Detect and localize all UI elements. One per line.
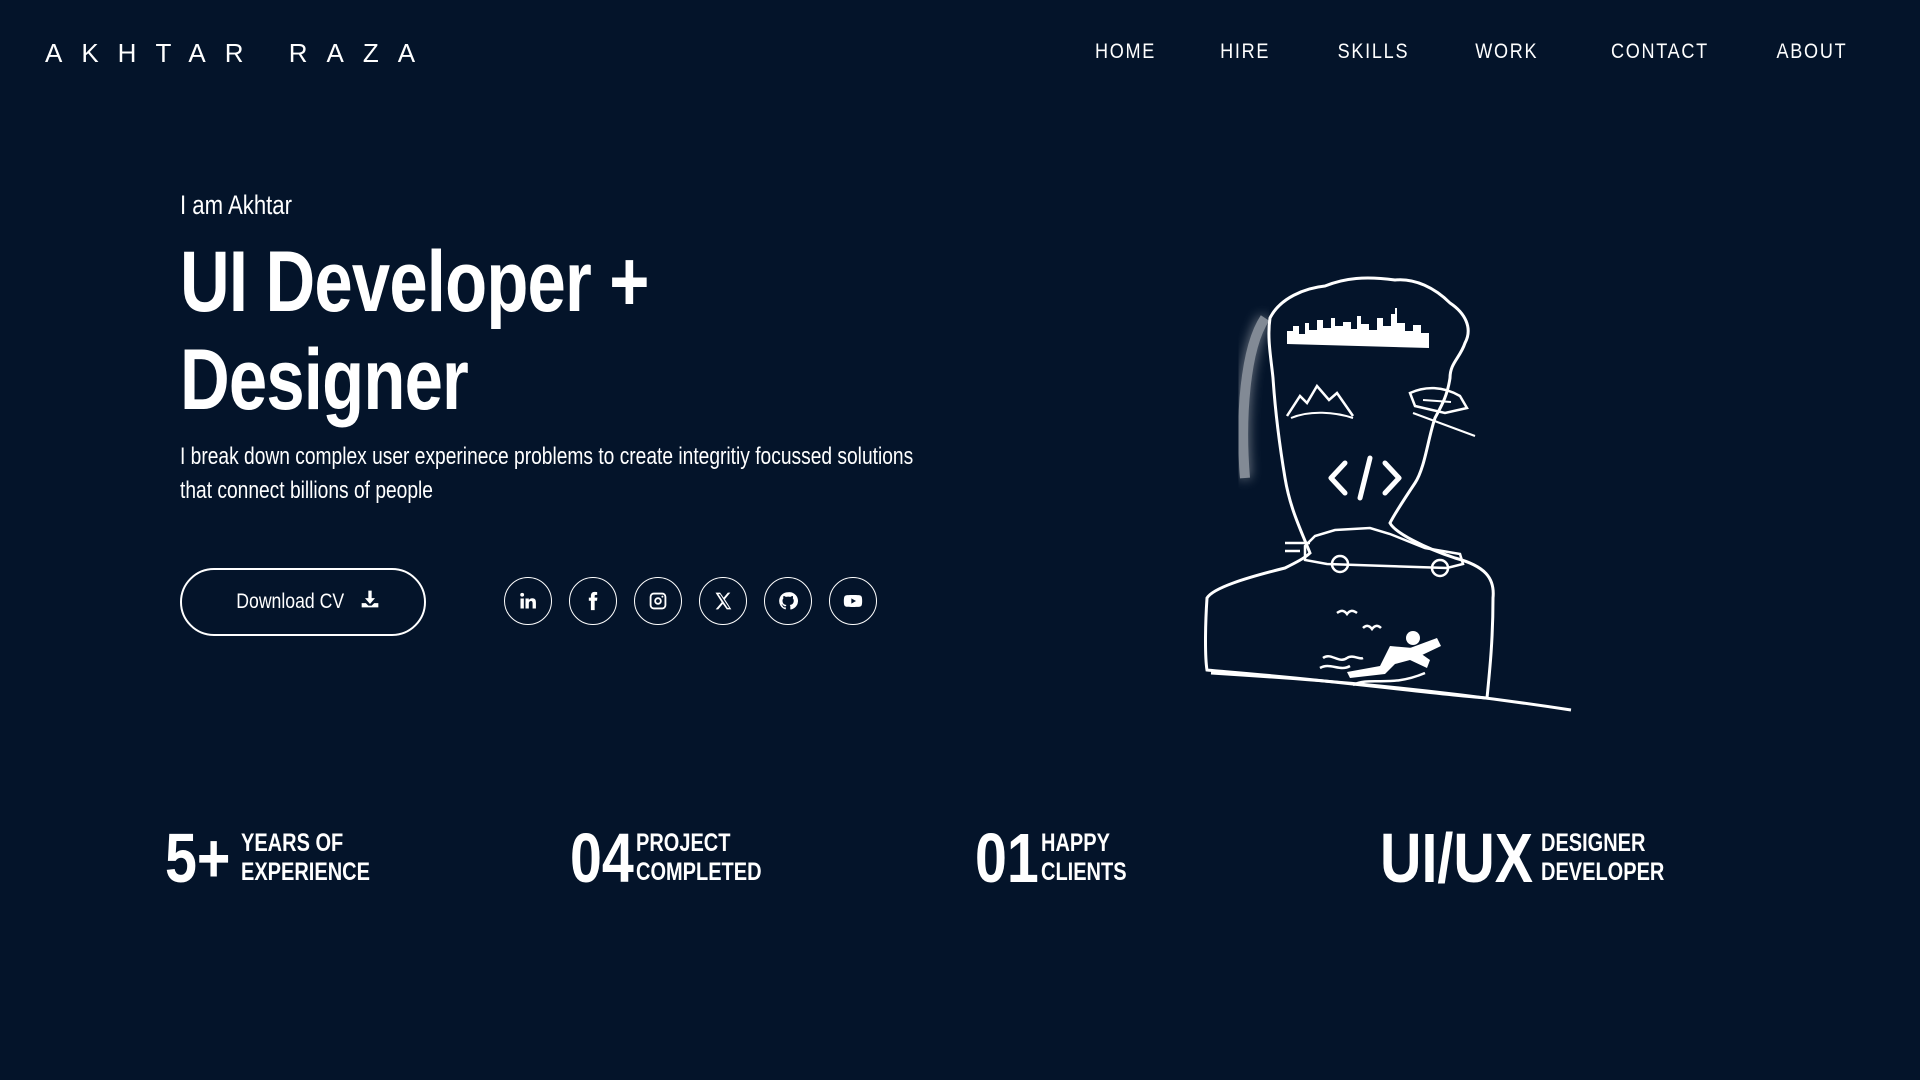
portrait-illustration xyxy=(1095,268,1615,778)
code-symbol xyxy=(1328,455,1402,501)
youtube-link[interactable] xyxy=(829,577,877,625)
facebook-icon xyxy=(588,591,598,611)
page: AKHTAR RAZA HOME HIRE SKILLS WORK CONTAC… xyxy=(0,0,1920,1080)
stat-label-line2: EXPERIENCE xyxy=(240,858,370,886)
portrait-sketch xyxy=(1204,276,1572,712)
instagram-link[interactable] xyxy=(634,577,682,625)
stat-label-line1: YEARS OF xyxy=(240,829,344,857)
facebook-link[interactable] xyxy=(569,577,617,625)
brand-logo[interactable]: AKHTAR RAZA xyxy=(45,38,434,69)
stat-clients: 01 HAPPY CLIENTS xyxy=(975,818,1148,898)
x-link[interactable] xyxy=(699,577,747,625)
stat-label: DESIGNER DEVELOPER xyxy=(1541,829,1664,887)
stat-role: UI/UX DESIGNER DEVELOPER xyxy=(1380,818,1695,898)
nav-contact[interactable]: CONTACT xyxy=(1611,40,1709,64)
stat-label: YEARS OF EXPERIENCE xyxy=(241,829,370,887)
download-icon xyxy=(360,589,380,615)
stat-value: 01 xyxy=(975,819,1039,897)
nav-about[interactable]: ABOUT xyxy=(1776,40,1847,64)
stat-value: UI/UX xyxy=(1380,819,1534,897)
stat-experience: 5+ YEARS OF EXPERIENCE xyxy=(165,818,402,898)
stat-label-line2: CLIENTS xyxy=(1040,858,1127,886)
nav-home[interactable]: HOME xyxy=(1095,40,1156,64)
skyline xyxy=(1287,308,1429,348)
stat-label: HAPPY CLIENTS xyxy=(1041,829,1127,887)
hero-intro: I am Akhtar xyxy=(180,190,292,220)
stat-label-line2: COMPLETED xyxy=(635,858,762,886)
instagram-icon xyxy=(649,592,667,610)
stats-row: 5+ YEARS OF EXPERIENCE 04 PROJECT COMPLE… xyxy=(0,818,1920,898)
stat-label: PROJECT COMPLETED xyxy=(636,829,762,887)
stat-label-line1: PROJECT xyxy=(635,829,731,857)
stat-value: 04 xyxy=(570,819,634,897)
stat-label-line1: HAPPY xyxy=(1040,829,1110,857)
hero-section: I am Akhtar UI Developer + Designer I br… xyxy=(180,190,960,504)
youtube-icon xyxy=(843,595,863,607)
stat-value: 5+ xyxy=(165,819,231,897)
stat-label-line1: DESIGNER xyxy=(1540,829,1646,857)
github-icon xyxy=(779,592,798,610)
nav-work[interactable]: WORK xyxy=(1476,40,1539,64)
main-nav: HOME HIRE SKILLS WORK CONTACT ABOUT xyxy=(1029,40,1847,64)
social-links xyxy=(504,577,877,625)
github-link[interactable] xyxy=(764,577,812,625)
nav-hire[interactable]: HIRE xyxy=(1220,40,1270,64)
mountains-sketch xyxy=(1285,383,1355,417)
linkedin-link[interactable] xyxy=(504,577,552,625)
download-cv-button[interactable]: Download CV xyxy=(180,568,426,636)
x-twitter-icon xyxy=(715,592,732,610)
download-cv-label: Download CV xyxy=(236,590,344,613)
stat-projects: 04 PROJECT COMPLETED xyxy=(570,818,793,898)
linkedin-icon xyxy=(520,592,536,609)
nav-skills[interactable]: SKILLS xyxy=(1338,40,1410,64)
hero-headline: UI Developer + Designer xyxy=(180,233,900,429)
headline-line-1: UI Developer + xyxy=(180,234,649,330)
hero-tagline: I break down complex user experinece pro… xyxy=(180,443,914,504)
stat-label-line2: DEVELOPER xyxy=(1540,858,1665,886)
swimmer-sketch xyxy=(1347,631,1441,678)
headline-line-2: Designer xyxy=(180,332,469,428)
